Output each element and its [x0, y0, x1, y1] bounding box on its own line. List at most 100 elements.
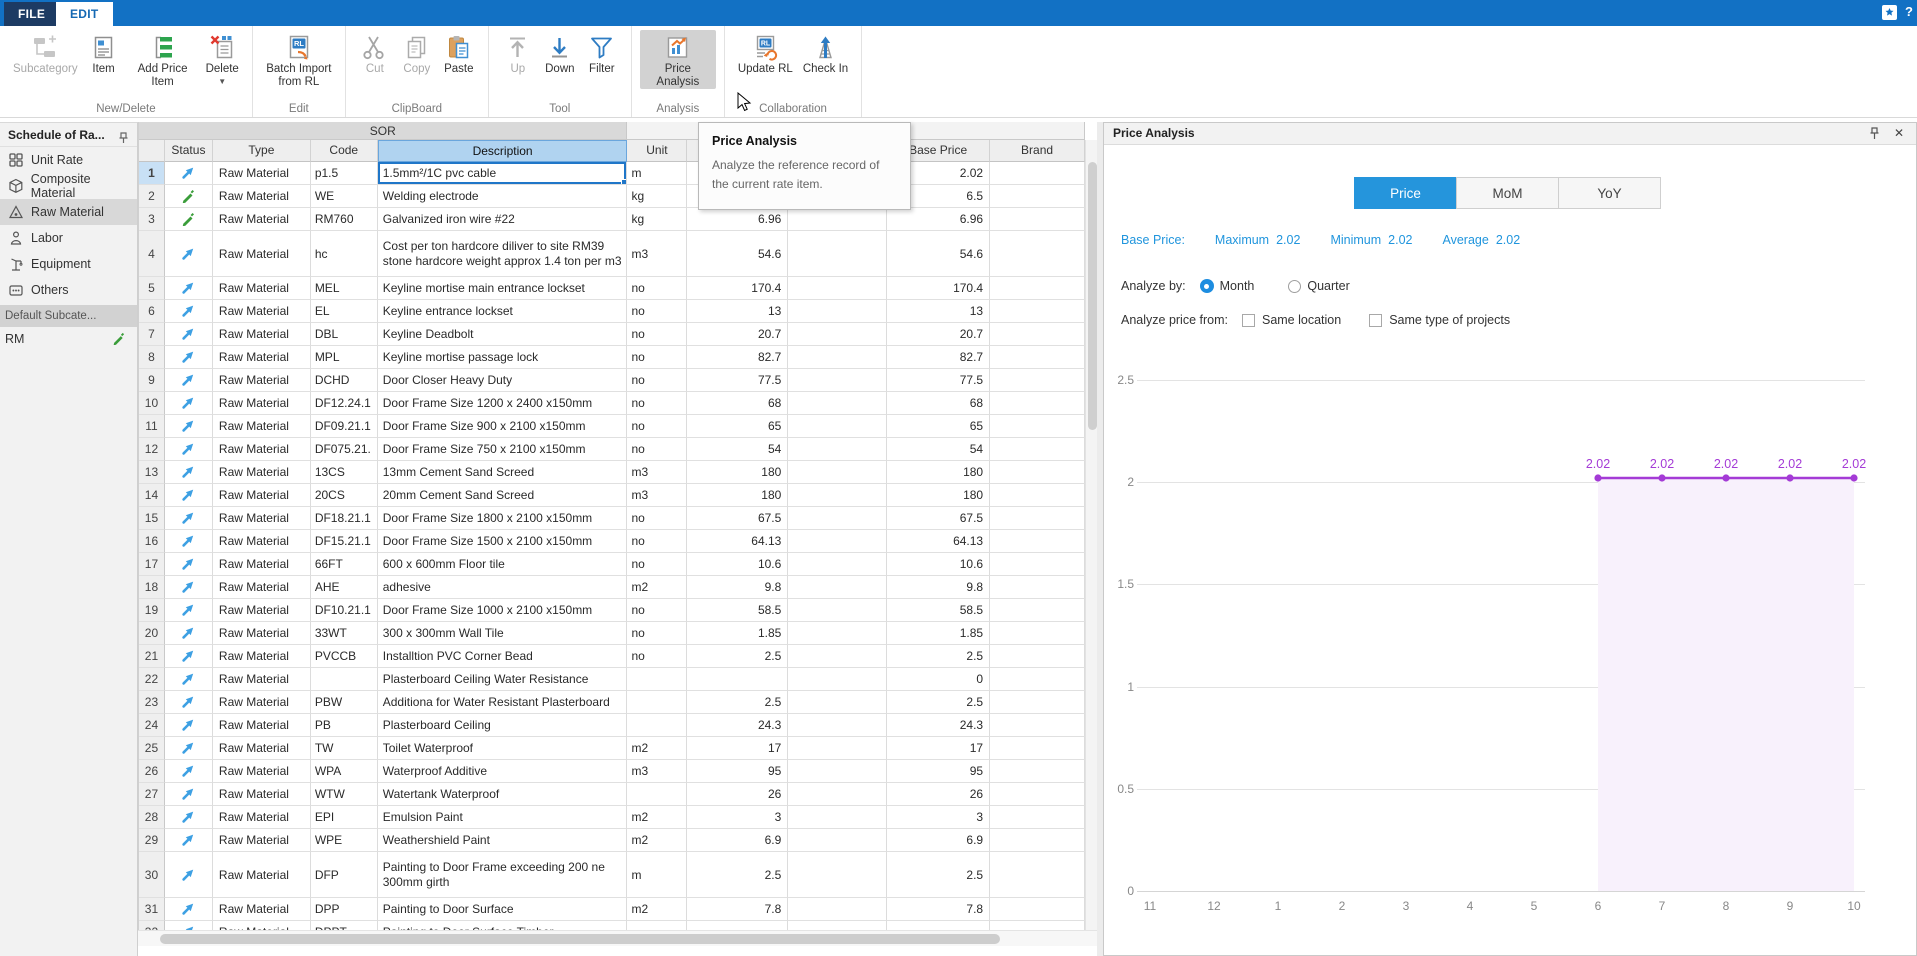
table-row[interactable]: 31Raw MaterialDPPPainting to Door Surfac…: [139, 898, 1085, 921]
row-number-cell[interactable]: 5: [139, 277, 165, 300]
type-cell[interactable]: Raw Material: [213, 461, 311, 484]
column-header-brand[interactable]: Brand: [990, 140, 1085, 162]
row-number-cell[interactable]: 27: [139, 783, 165, 806]
base-price-cell[interactable]: 65: [887, 415, 990, 438]
description-cell[interactable]: 300 x 300mm Wall Tile: [378, 622, 628, 645]
table-row[interactable]: 2Raw MaterialWEWelding electrodekg6.56.5: [139, 185, 1085, 208]
type-cell[interactable]: Raw Material: [213, 622, 311, 645]
unit-cell[interactable]: [627, 921, 687, 930]
row-number-cell[interactable]: 23: [139, 691, 165, 714]
description-cell[interactable]: Plasterboard Ceiling: [378, 714, 628, 737]
brand-cell[interactable]: [990, 162, 1085, 185]
month-radio[interactable]: [1200, 279, 1214, 293]
column-header-code[interactable]: Code: [311, 140, 378, 162]
description-cell[interactable]: Painting to Door Surface Timber: [378, 921, 628, 930]
brand-cell[interactable]: [990, 576, 1085, 599]
brand-cell[interactable]: [990, 438, 1085, 461]
price-cell[interactable]: 65: [687, 415, 788, 438]
base-price-cell[interactable]: 1.85: [887, 622, 990, 645]
status-cell[interactable]: [165, 737, 213, 760]
down-button[interactable]: Down: [539, 30, 581, 76]
table-row[interactable]: 13Raw Material13CS13mm Cement Sand Scree…: [139, 461, 1085, 484]
description-cell[interactable]: Door Frame Size 1200 x 2400 x150mm: [378, 392, 628, 415]
status-cell[interactable]: [165, 921, 213, 930]
type-cell[interactable]: Raw Material: [213, 530, 311, 553]
spare-cell[interactable]: [788, 461, 887, 484]
sidebar-item-composite-material[interactable]: Composite Material: [0, 173, 137, 199]
base-price-cell[interactable]: 2.5: [887, 645, 990, 668]
row-number-cell[interactable]: 18: [139, 576, 165, 599]
price-cell[interactable]: 54: [687, 438, 788, 461]
description-cell[interactable]: Painting to Door Surface: [378, 898, 628, 921]
price-cell[interactable]: 9.8: [687, 576, 788, 599]
price-cell[interactable]: 26: [687, 783, 788, 806]
same-type-checkbox[interactable]: [1369, 314, 1382, 327]
type-cell[interactable]: Raw Material: [213, 737, 311, 760]
brand-cell[interactable]: [990, 622, 1085, 645]
brand-cell[interactable]: [990, 300, 1085, 323]
spare-cell[interactable]: [788, 783, 887, 806]
base-price-cell[interactable]: [887, 921, 990, 930]
brand-cell[interactable]: [990, 553, 1085, 576]
description-cell[interactable]: Door Frame Size 1500 x 2100 x150mm: [378, 530, 628, 553]
brand-cell[interactable]: [990, 392, 1085, 415]
code-cell[interactable]: EPI: [311, 806, 378, 829]
code-cell[interactable]: WPE: [311, 829, 378, 852]
batch-import-from-rl-button[interactable]: RLBatch Import from RL: [261, 30, 337, 89]
spare-cell[interactable]: [788, 898, 887, 921]
price-cell[interactable]: 95: [687, 760, 788, 783]
price-cell[interactable]: 67.5: [687, 507, 788, 530]
type-cell[interactable]: Raw Material: [213, 300, 311, 323]
table-row[interactable]: 17Raw Material66FT600 x 600mm Floor tile…: [139, 553, 1085, 576]
row-number-cell[interactable]: 20: [139, 622, 165, 645]
description-cell[interactable]: Weathershield Paint: [378, 829, 628, 852]
base-price-cell[interactable]: 9.8: [887, 576, 990, 599]
description-cell[interactable]: Keyline mortise main entrance lockset: [378, 277, 628, 300]
code-cell[interactable]: DF075.21.: [311, 438, 378, 461]
sidebar-item-labor[interactable]: Labor: [0, 225, 137, 251]
pin-badge-icon[interactable]: [1882, 5, 1897, 20]
code-cell[interactable]: 13CS: [311, 461, 378, 484]
unit-cell[interactable]: no: [627, 300, 687, 323]
code-cell[interactable]: 33WT: [311, 622, 378, 645]
description-cell[interactable]: Plasterboard Ceiling Water Resistance: [378, 668, 628, 691]
code-cell[interactable]: DPPT: [311, 921, 378, 930]
type-cell[interactable]: Raw Material: [213, 231, 311, 277]
code-cell[interactable]: WPA: [311, 760, 378, 783]
status-cell[interactable]: [165, 438, 213, 461]
base-price-cell[interactable]: 7.8: [887, 898, 990, 921]
status-cell[interactable]: [165, 806, 213, 829]
unit-cell[interactable]: [627, 668, 687, 691]
table-row[interactable]: 5Raw MaterialMELKeyline mortise main ent…: [139, 277, 1085, 300]
delete-button[interactable]: Delete▼: [201, 30, 244, 86]
price-cell[interactable]: 2.5: [687, 852, 788, 898]
price-cell[interactable]: 170.4: [687, 277, 788, 300]
unit-cell[interactable]: no: [627, 599, 687, 622]
table-row[interactable]: 26Raw MaterialWPAWaterproof Additivem395…: [139, 760, 1085, 783]
subcategory-item-rm[interactable]: RM: [0, 327, 137, 351]
code-cell[interactable]: PVCCB: [311, 645, 378, 668]
brand-cell[interactable]: [990, 507, 1085, 530]
pin-icon[interactable]: [118, 128, 129, 152]
base-price-cell[interactable]: 2.5: [887, 852, 990, 898]
quarter-radio[interactable]: [1288, 280, 1301, 293]
status-cell[interactable]: [165, 461, 213, 484]
code-cell[interactable]: [311, 668, 378, 691]
table-row[interactable]: 25Raw MaterialTWToilet Waterproofm21717: [139, 737, 1085, 760]
unit-cell[interactable]: m3: [627, 461, 687, 484]
status-cell[interactable]: [165, 898, 213, 921]
row-number-cell[interactable]: 25: [139, 737, 165, 760]
code-cell[interactable]: PB: [311, 714, 378, 737]
price-cell[interactable]: [687, 668, 788, 691]
status-cell[interactable]: [165, 691, 213, 714]
table-row[interactable]: 16Raw MaterialDF15.21.1Door Frame Size 1…: [139, 530, 1085, 553]
spare-cell[interactable]: [788, 760, 887, 783]
status-cell[interactable]: [165, 530, 213, 553]
row-number-cell[interactable]: 26: [139, 760, 165, 783]
code-cell[interactable]: AHE: [311, 576, 378, 599]
update-rl-button[interactable]: RLUpdate RL: [733, 30, 798, 76]
unit-cell[interactable]: m: [627, 162, 687, 185]
type-cell[interactable]: Raw Material: [213, 392, 311, 415]
price-cell[interactable]: 58.5: [687, 599, 788, 622]
description-cell[interactable]: Cost per ton hardcore diliver to site RM…: [378, 231, 628, 277]
